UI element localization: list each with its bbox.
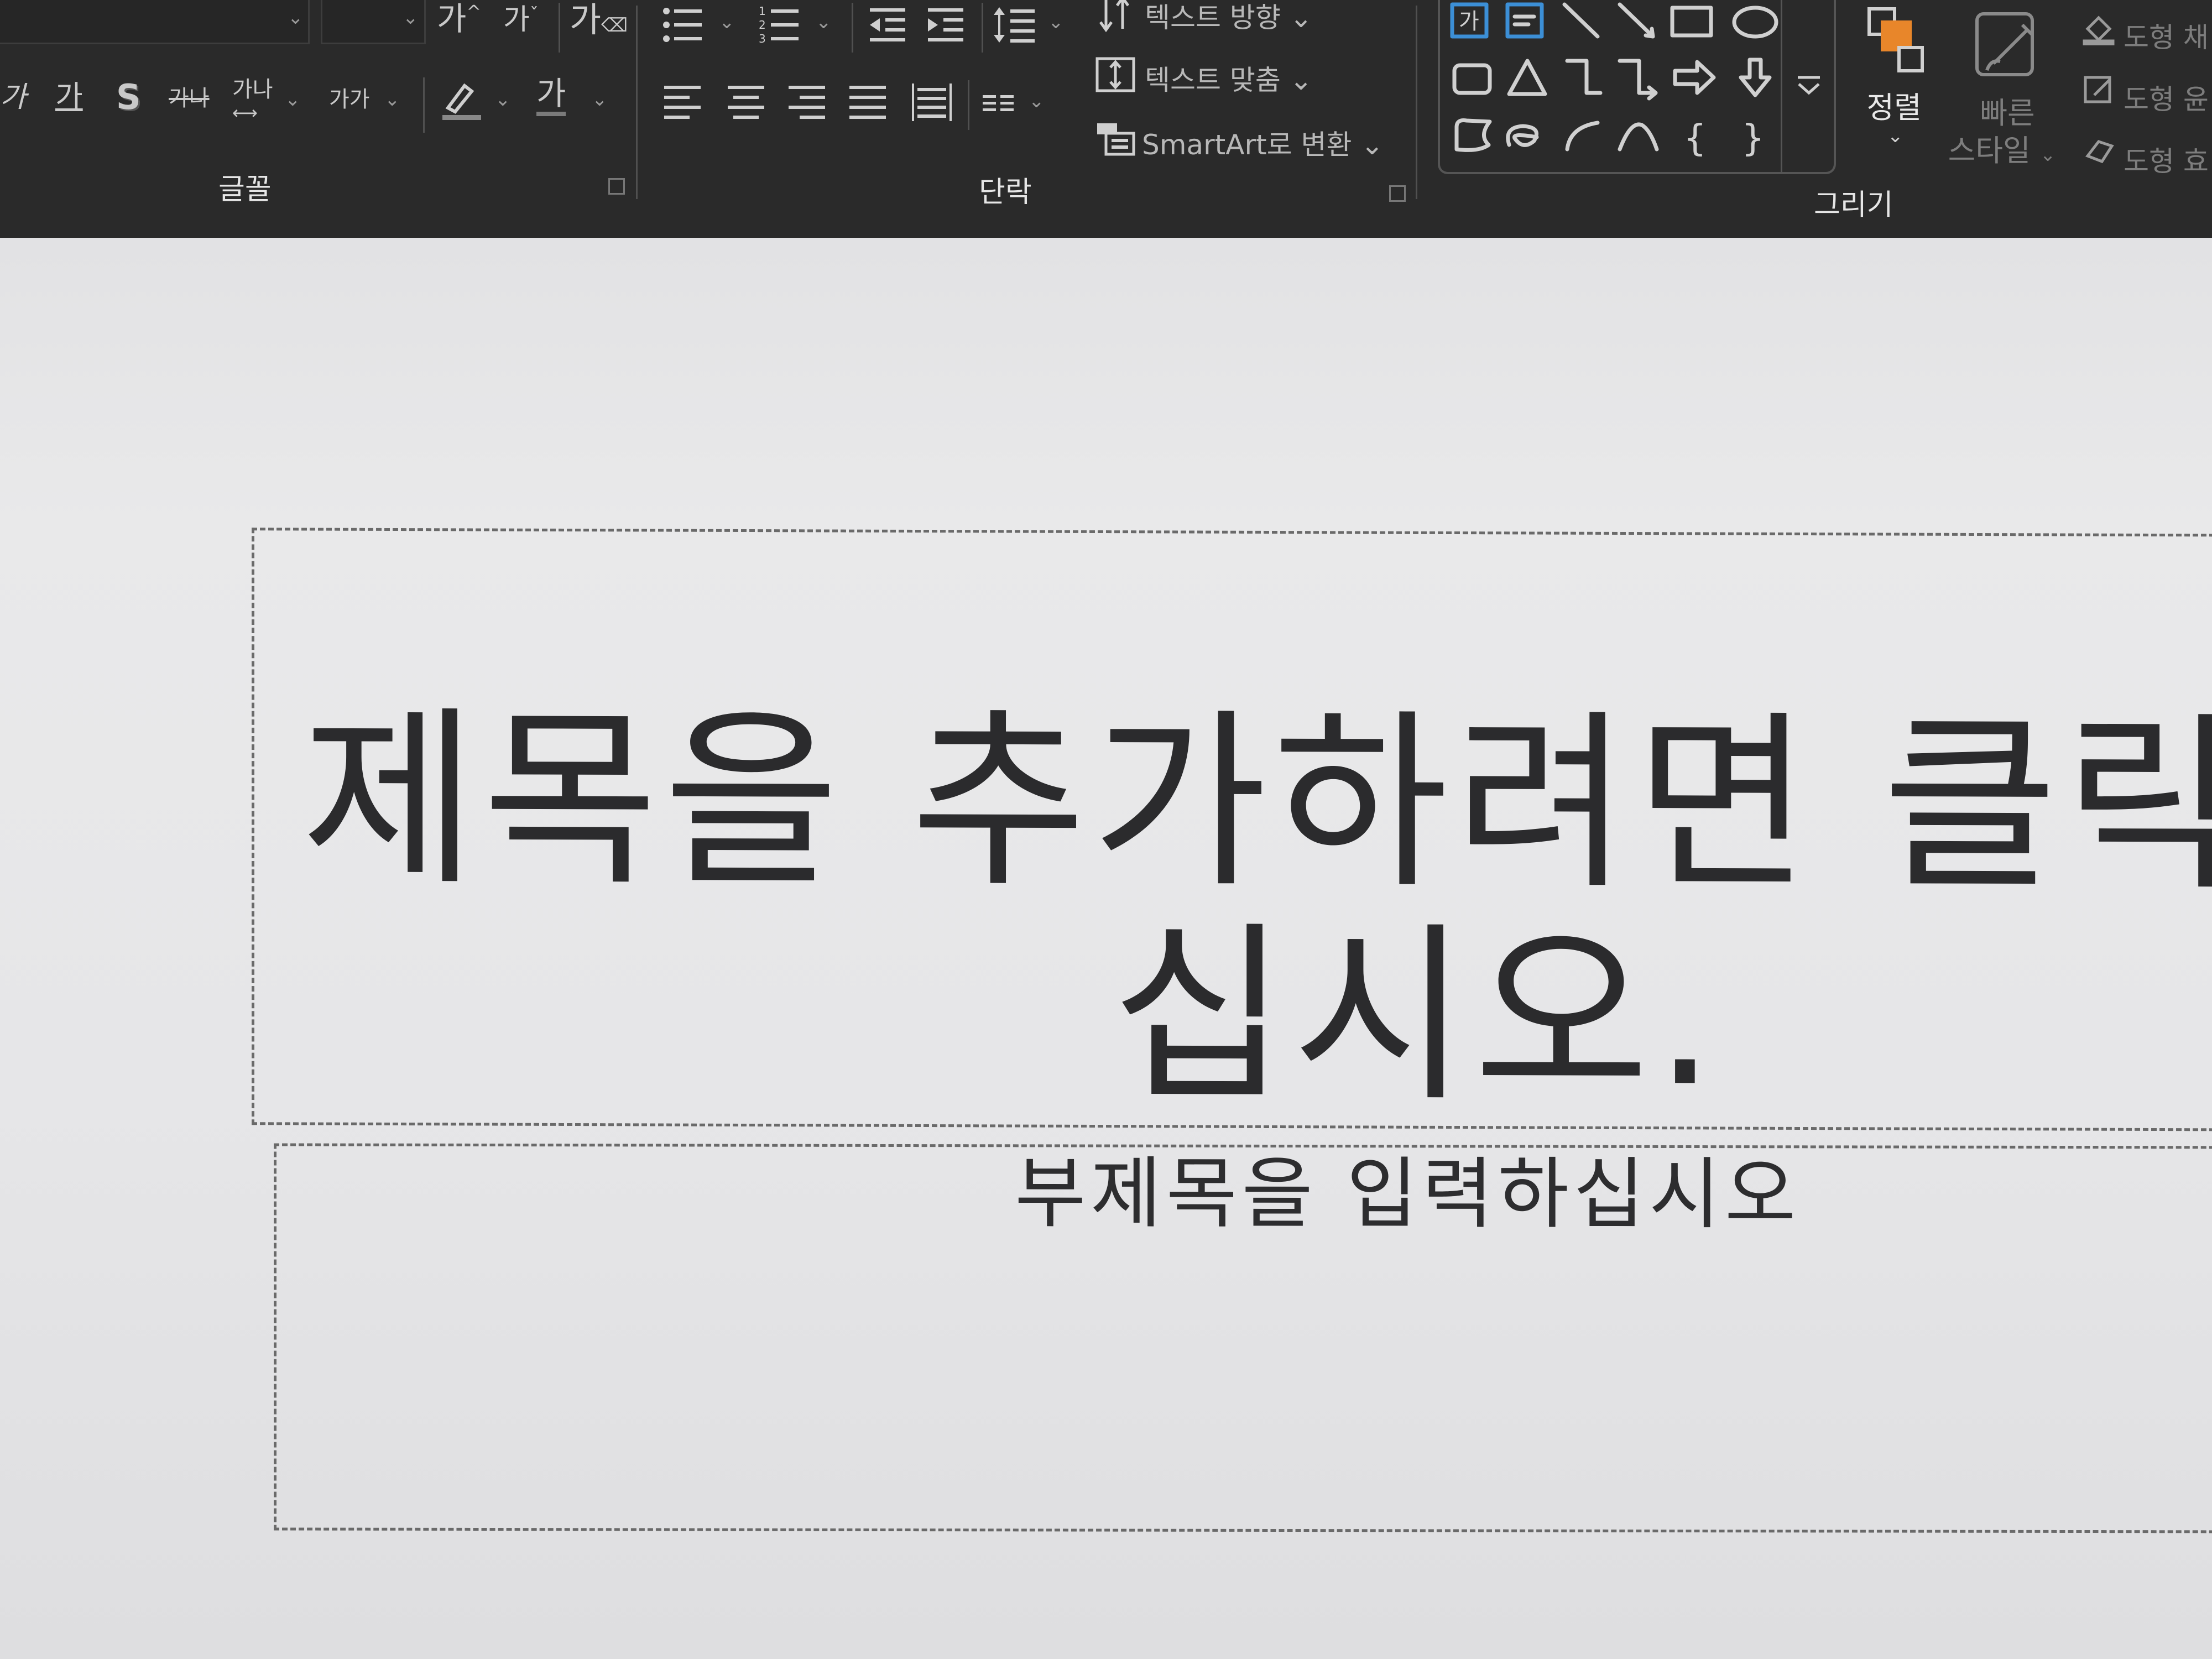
shape-fill-button[interactable]: 도형 채 xyxy=(2124,15,2209,55)
align-right-icon[interactable] xyxy=(785,80,830,124)
font-dialog-launcher-icon[interactable] xyxy=(608,178,625,195)
shapes-gallery-icons: 가 {} xyxy=(1450,2,1778,159)
arrange-button-label[interactable]: 정렬 xyxy=(1864,83,1924,127)
shape-effects-button[interactable]: 도형 효 xyxy=(2124,139,2209,179)
title-text-line1: 제목을 추가하려면 클릭 xyxy=(301,689,2212,917)
shape-outline-button[interactable]: 도형 윤 xyxy=(2124,77,2209,117)
svg-text:{: { xyxy=(1683,117,1707,159)
smartart-button[interactable]: SmartArt로 변환 ⌄ xyxy=(1142,123,1384,163)
columns-dropdown-icon[interactable]: ⌄ xyxy=(1029,90,1045,112)
separator xyxy=(852,3,853,53)
shape-outline-icon[interactable] xyxy=(2082,73,2115,106)
align-text-icon[interactable] xyxy=(1095,55,1136,94)
font-color-dropdown-icon[interactable]: ⌄ xyxy=(592,88,608,111)
shapes-more-button[interactable] xyxy=(1781,0,1834,174)
grow-font-button[interactable]: 가^ xyxy=(437,3,481,35)
svg-text:2: 2 xyxy=(759,18,766,32)
clear-formatting-button[interactable]: 가⌫ xyxy=(570,3,628,37)
subtitle-placeholder[interactable]: 부제목을 입력하십시오 xyxy=(274,1143,2212,1533)
justify-icon[interactable] xyxy=(846,80,890,124)
underline-button[interactable]: 가 xyxy=(55,82,83,112)
svg-text:}: } xyxy=(1741,117,1765,159)
svg-text:가: 가 xyxy=(1459,9,1479,34)
bullets-dropdown-icon[interactable]: ⌄ xyxy=(719,11,735,33)
quick-styles-label-line2[interactable]: 스타일 ⌄ xyxy=(1947,126,2057,170)
bullets-icon[interactable] xyxy=(661,3,705,47)
drawing-group-label: 그리기 xyxy=(1814,189,1893,222)
character-spacing-button[interactable]: 가나 ⟷ xyxy=(232,79,273,123)
subtitle-text: 부제목을 입력하십시오 xyxy=(1015,1149,1801,1240)
font-name-combo[interactable] xyxy=(0,0,310,44)
align-text-button[interactable]: 텍스트 맞춤 ⌄ xyxy=(1145,58,1313,98)
group-separator xyxy=(636,6,638,199)
font-group-label: 글꼴 xyxy=(218,173,272,206)
shrink-font-button[interactable]: 가ˇ xyxy=(503,6,539,34)
font-size-dropdown-icon[interactable]: ⌄ xyxy=(403,7,419,29)
separator xyxy=(559,3,560,53)
font-name-dropdown-icon[interactable]: ⌄ xyxy=(288,7,304,29)
shape-effects-icon[interactable] xyxy=(2082,134,2115,167)
highlight-dropdown-icon[interactable]: ⌄ xyxy=(495,88,511,111)
quick-styles-icon[interactable] xyxy=(1971,8,2043,86)
distributed-icon[interactable] xyxy=(910,80,954,124)
change-case-button[interactable]: 가가 xyxy=(329,88,370,111)
smartart-icon[interactable] xyxy=(1095,119,1136,158)
align-left-icon[interactable] xyxy=(661,80,705,124)
shapes-gallery[interactable]: 가 {} xyxy=(1438,0,1836,174)
highlight-pen-icon[interactable] xyxy=(440,77,484,122)
arrange-dropdown-icon[interactable]: ⌄ xyxy=(1887,125,1903,147)
italic-button[interactable]: 가 xyxy=(0,83,27,112)
numbering-icon[interactable]: 123 xyxy=(758,3,802,47)
ribbon: ⌄ ⌄ 가^ 가ˇ 가⌫ 가 가 S 가나 가나 ⟷ ⌄ 가가 ⌄ ⌄ 가 ⌄ 글… xyxy=(0,0,2212,254)
paragraph-dialog-launcher-icon[interactable] xyxy=(1389,185,1406,202)
line-spacing-dropdown-icon[interactable]: ⌄ xyxy=(1048,11,1064,33)
change-case-dropdown-icon[interactable]: ⌄ xyxy=(384,88,400,111)
title-placeholder[interactable]: 제목을 추가하려면 클릭 십시오. xyxy=(252,528,2212,1131)
slide-canvas[interactable]: 제목을 추가하려면 클릭 십시오. 부제목을 입력하십시오 xyxy=(0,238,2212,1659)
line-spacing-icon[interactable] xyxy=(993,3,1037,47)
text-shadow-button[interactable]: S xyxy=(116,80,141,114)
svg-text:1: 1 xyxy=(759,4,766,18)
numbering-dropdown-icon[interactable]: ⌄ xyxy=(816,11,832,33)
font-color-button[interactable]: 가 xyxy=(536,77,566,116)
paragraph-group-label: 단락 xyxy=(979,176,1032,209)
decrease-indent-icon[interactable] xyxy=(865,3,910,47)
text-direction-icon[interactable] xyxy=(1098,0,1136,34)
title-text-line2: 십시오. xyxy=(1112,905,1721,1129)
group-separator xyxy=(1416,6,1417,199)
separator xyxy=(423,77,425,133)
increase-indent-icon[interactable] xyxy=(924,3,968,47)
text-direction-button[interactable]: 텍스트 방향 ⌄ xyxy=(1145,0,1313,35)
strikethrough-button[interactable]: 가나 xyxy=(169,87,210,109)
character-spacing-dropdown-icon[interactable]: ⌄ xyxy=(285,88,301,111)
arrange-icon[interactable] xyxy=(1864,6,1927,77)
svg-text:3: 3 xyxy=(759,32,766,45)
shape-fill-icon[interactable] xyxy=(2082,12,2115,45)
align-center-icon[interactable] xyxy=(724,80,769,124)
separator xyxy=(968,80,969,130)
powerpoint-window: ⌄ ⌄ 가^ 가ˇ 가⌫ 가 가 S 가나 가나 ⟷ ⌄ 가가 ⌄ ⌄ 가 ⌄ 글… xyxy=(0,0,2212,1659)
separator xyxy=(982,3,983,53)
columns-icon[interactable] xyxy=(982,87,1015,121)
